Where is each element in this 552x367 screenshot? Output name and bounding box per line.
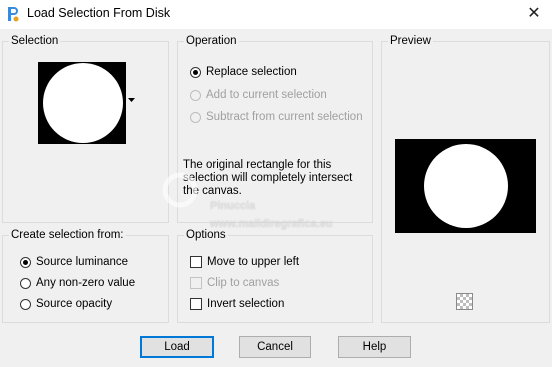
checkbox-indicator [190,298,202,310]
help-button[interactable]: Help [338,336,411,358]
add-to-current-selection-label: Add to current selection [206,89,327,101]
source-opacity-label: Source opacity [36,298,113,310]
checkbox-indicator [190,256,202,268]
note-line-1: The original rectangle for this [183,159,332,171]
preview-image [395,139,536,233]
subtract-from-current-selection-label: Subtract from current selection [206,111,363,123]
replace-selection-label: Replace selection [206,66,297,78]
clip-to-canvas-label: Clip to canvas [207,277,280,289]
preview-group-label: Preview [388,35,433,47]
radio-indicator [20,256,31,268]
source-luminance-label: Source luminance [36,256,129,268]
selection-group-label: Selection [9,35,61,47]
move-to-upper-left-checkbox[interactable]: Move to upper left [190,254,299,270]
window-title: Load Selection From Disk [27,6,171,20]
any-non-zero-value-label: Any non-zero value [36,277,136,289]
operation-group-label: Operation [184,35,239,47]
radio-indicator [190,66,201,78]
cancel-button[interactable]: Cancel [239,336,311,358]
preview-circle-shape [424,144,508,228]
invert-selection-checkbox[interactable]: Invert selection [190,296,284,312]
note-line-2: selection will completely intersect [183,172,353,184]
operation-note: The original rectangle for this selectio… [183,159,352,198]
title-bar: Load Selection From Disk ✕ [0,0,552,29]
load-button[interactable]: Load [140,336,214,358]
checkbox-indicator [190,277,202,289]
replace-selection-radio[interactable]: Replace selection [190,64,297,80]
source-opacity-radio[interactable]: Source opacity [20,296,112,312]
subtract-from-current-selection-radio[interactable]: Subtract from current selection [190,109,363,125]
radio-indicator [20,298,31,310]
invert-selection-label: Invert selection [207,298,285,310]
radio-indicator [20,277,31,289]
close-button[interactable]: ✕ [516,0,552,29]
note-line-3: the canvas. [183,185,242,197]
watermark-line-2: www.maildiregrafica.eu [210,218,333,230]
create-selection-from-group-label: Create selection from: [9,229,126,241]
transparency-toggle-icon[interactable] [456,293,473,310]
watermark-logo-icon [162,172,198,208]
clip-to-canvas-checkbox[interactable]: Clip to canvas [190,275,279,291]
source-luminance-radio[interactable]: Source luminance [20,254,128,270]
app-icon [6,5,20,23]
options-group-label: Options [184,229,228,241]
move-to-upper-left-label: Move to upper left [207,256,300,268]
radio-indicator [190,89,201,101]
dropdown-arrow-icon[interactable] [128,98,135,103]
radio-indicator [190,111,201,123]
any-non-zero-value-radio[interactable]: Any non-zero value [20,275,135,291]
add-to-current-selection-radio[interactable]: Add to current selection [190,87,327,103]
selection-circle-shape [43,63,123,143]
selection-thumbnail[interactable] [38,62,126,144]
watermark-line-1: Pinuccia [210,200,256,212]
